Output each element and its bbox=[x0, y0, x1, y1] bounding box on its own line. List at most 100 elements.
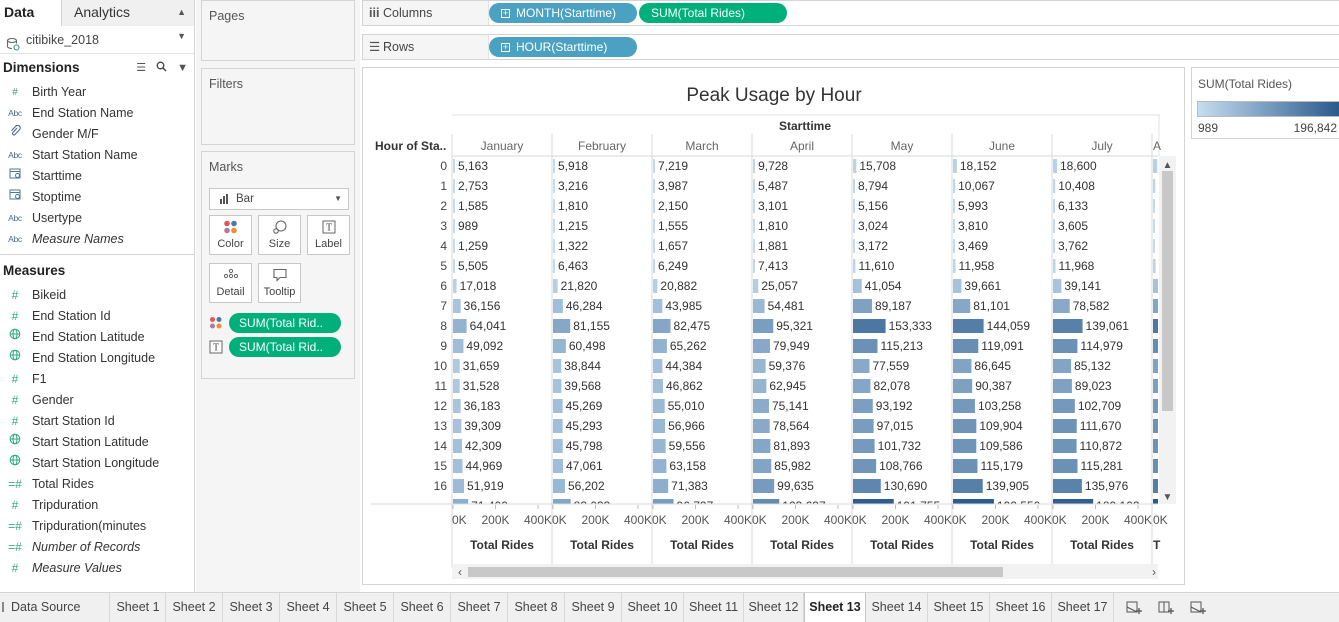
dimension-field[interactable]: Abc Start Station Name bbox=[0, 145, 194, 166]
legend-min: 989 bbox=[1198, 121, 1219, 135]
color-measure-pill[interactable]: SUM(Total Rid.. bbox=[229, 313, 341, 333]
sheet-tab[interactable]: Sheet 13 bbox=[804, 593, 866, 622]
dimension-field[interactable]: Abc Measure Names bbox=[0, 229, 194, 250]
horizontal-scrollbar-thumb[interactable] bbox=[468, 567, 1003, 577]
measure-field[interactable]: # Bikeid bbox=[0, 285, 194, 306]
row-label-hour: 15 bbox=[434, 459, 448, 473]
measure-field[interactable]: # Start Station Id bbox=[0, 411, 194, 432]
pages-card[interactable]: Pages bbox=[201, 0, 355, 61]
bar-mark bbox=[553, 399, 563, 413]
size-icon bbox=[259, 216, 300, 238]
detail-button[interactable]: Detail bbox=[209, 263, 252, 303]
expand-plus-icon[interactable]: + bbox=[501, 9, 510, 18]
sheet-tab[interactable]: Sheet 17 bbox=[1052, 593, 1114, 622]
legend-max: 196,842 bbox=[1293, 121, 1337, 135]
measure-field[interactable]: Start Station Longitude bbox=[0, 453, 194, 474]
bar-mark bbox=[453, 239, 455, 253]
measure-field[interactable]: =# Number of Records bbox=[0, 537, 194, 558]
new-story-icon[interactable] bbox=[1190, 600, 1206, 615]
measure-field[interactable]: # Tripduration bbox=[0, 495, 194, 516]
sheet-tab[interactable]: Sheet 16 bbox=[990, 593, 1052, 622]
bar-mark bbox=[453, 319, 467, 333]
sheet-tab[interactable]: Sheet 1 bbox=[111, 593, 166, 622]
new-dashboard-icon[interactable] bbox=[1158, 600, 1174, 615]
sheet-tab[interactable]: Sheet 3 bbox=[223, 593, 280, 622]
sheet-tab[interactable]: Sheet 11 bbox=[684, 593, 744, 622]
field-label: Start Station Latitude bbox=[32, 435, 149, 449]
scroll-left-icon[interactable]: ‹ bbox=[458, 565, 462, 579]
field-label: Start Station Id bbox=[32, 414, 115, 428]
measure-field[interactable]: # Gender bbox=[0, 390, 194, 411]
new-worksheet-icon[interactable] bbox=[1126, 600, 1142, 615]
expand-plus-icon[interactable]: + bbox=[501, 43, 510, 52]
sheet-tab[interactable]: Sheet 9 bbox=[565, 593, 622, 622]
bar-mark bbox=[953, 359, 972, 373]
tab-data[interactable]: Data bbox=[0, 0, 62, 26]
tab-scroll-arrows-icon[interactable]: ▲ ▼ bbox=[177, 0, 186, 48]
label-measure-pill[interactable]: SUM(Total Rid.. bbox=[229, 337, 341, 357]
mark-type-dropdown[interactable]: Bar ▼ bbox=[209, 188, 349, 210]
sheet-tab[interactable]: Sheet 7 bbox=[451, 593, 508, 622]
size-button[interactable]: Size bbox=[258, 215, 301, 255]
sheet-tab[interactable]: Sheet 4 bbox=[280, 593, 337, 622]
bar-mark bbox=[953, 439, 977, 453]
bar-data-label: 109,904 bbox=[979, 419, 1023, 433]
bar-data-label: 97,015 bbox=[877, 419, 914, 433]
hour-starttime-pill[interactable]: + HOUR(Starttime) bbox=[489, 37, 637, 57]
dimension-field[interactable]: Gender M/F bbox=[0, 124, 194, 145]
x-tick-label: 400K bbox=[824, 513, 852, 527]
measure-field[interactable]: # F1 bbox=[0, 369, 194, 390]
bar-mark bbox=[553, 259, 555, 273]
dimension-field[interactable]: Starttime bbox=[0, 166, 194, 187]
color-button[interactable]: Color bbox=[209, 215, 252, 255]
bar-data-label: 2,753 bbox=[458, 179, 488, 193]
row-label-hour: 16 bbox=[434, 479, 448, 493]
label-button[interactable]: T Label bbox=[307, 215, 350, 255]
dimension-field[interactable]: Stoptime bbox=[0, 187, 194, 208]
tooltip-button-label: Tooltip bbox=[263, 286, 296, 298]
x-tick-label: 200K bbox=[781, 513, 809, 527]
sheet-tab[interactable]: Sheet 14 bbox=[866, 593, 928, 622]
tab-analytics[interactable]: Analytics ▲ ▼ bbox=[62, 0, 194, 41]
data-source-tab[interactable]: Data Source bbox=[0, 593, 110, 622]
dimension-field[interactable]: Abc Usertype bbox=[0, 208, 194, 229]
bar-mark bbox=[753, 179, 755, 193]
sheet-tab[interactable]: Sheet 12 bbox=[744, 593, 804, 622]
date-type-icon bbox=[4, 187, 26, 208]
bar-mark bbox=[1153, 199, 1155, 213]
tooltip-button[interactable]: Tooltip bbox=[258, 263, 301, 303]
measure-field[interactable]: =# Total Rides bbox=[0, 474, 194, 495]
datasource-item[interactable]: citibike_2018 bbox=[0, 26, 194, 54]
row-label-hour: 9 bbox=[440, 339, 447, 353]
scroll-right-icon[interactable]: › bbox=[1152, 565, 1156, 579]
sheet-tab[interactable]: Sheet 10 bbox=[622, 593, 684, 622]
dimension-field[interactable]: # Birth Year bbox=[0, 82, 194, 103]
x-tick-label: 200K bbox=[581, 513, 609, 527]
sheet-tab[interactable]: Sheet 8 bbox=[508, 593, 565, 622]
filters-card[interactable]: Filters bbox=[201, 68, 355, 145]
sheet-tab[interactable]: Sheet 6 bbox=[394, 593, 451, 622]
bar-mark bbox=[653, 159, 655, 173]
dimension-field[interactable]: Abc End Station Name bbox=[0, 103, 194, 124]
filters-title: Filters bbox=[209, 77, 244, 91]
measure-field[interactable]: =# Tripduration(minutes bbox=[0, 516, 194, 537]
measure-field[interactable]: # End Station Id bbox=[0, 306, 194, 327]
sheet-tab[interactable]: Sheet 2 bbox=[166, 593, 223, 622]
bar-mark bbox=[853, 279, 862, 293]
dimensions-menu-icon[interactable]: ▼ bbox=[177, 54, 188, 82]
dimensions-title: Dimensions bbox=[3, 60, 80, 75]
sheet-tab[interactable]: Sheet 5 bbox=[337, 593, 394, 622]
bar-mark bbox=[753, 219, 755, 233]
sum-total-rides-pill[interactable]: SUM(Total Rides) bbox=[639, 3, 787, 23]
measure-field[interactable]: End Station Latitude bbox=[0, 327, 194, 348]
measure-field[interactable]: End Station Longitude bbox=[0, 348, 194, 369]
view-list-icon[interactable]: ☰ bbox=[136, 54, 146, 82]
bar-mark bbox=[453, 379, 460, 393]
measure-field[interactable]: Start Station Latitude bbox=[0, 432, 194, 453]
search-icon[interactable] bbox=[156, 54, 167, 82]
month-starttime-pill[interactable]: + MONTH(Starttime) bbox=[489, 3, 637, 23]
scroll-up-icon[interactable]: ▲ bbox=[1163, 160, 1173, 171]
scroll-down-icon[interactable]: ▼ bbox=[1163, 492, 1173, 503]
measure-field[interactable]: # Measure Values bbox=[0, 558, 194, 579]
sheet-tab[interactable]: Sheet 15 bbox=[928, 593, 990, 622]
